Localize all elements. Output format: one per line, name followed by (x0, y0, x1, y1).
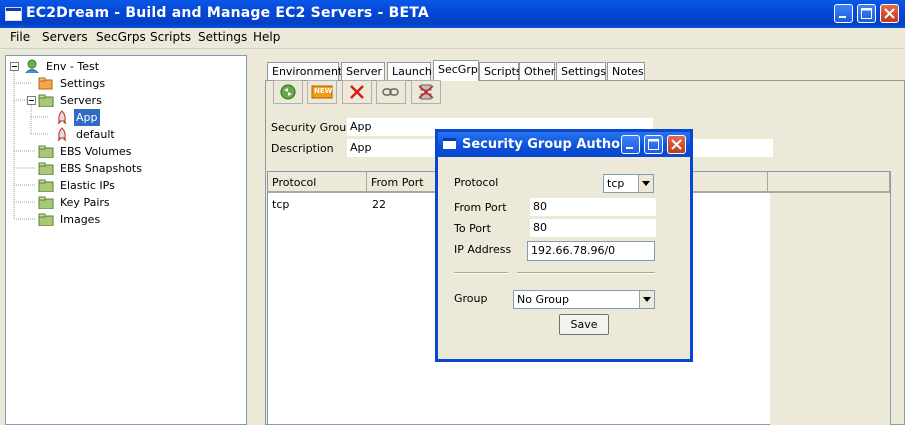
tab-environment[interactable]: Environment (267, 62, 342, 80)
from-port-label: From Port (454, 201, 507, 214)
minimize-button[interactable] (834, 4, 853, 23)
tree-label-env: Env - Test (46, 60, 100, 73)
close-icon (884, 8, 895, 19)
tab-secgrp[interactable]: SecGrp (433, 60, 479, 81)
delete-icon (350, 85, 364, 99)
minimize-icon (839, 16, 846, 18)
table-right-area (770, 193, 890, 425)
tab-settings[interactable]: Settings (556, 62, 606, 80)
tab-scripts[interactable]: Scripts (479, 62, 522, 80)
separator-right (517, 272, 655, 274)
new-button[interactable]: NEW (307, 80, 337, 104)
folder-icon (38, 196, 54, 209)
save-button[interactable]: Save (559, 314, 609, 335)
window-title-bar[interactable]: EC2Dream - Build and Manage EC2 Servers … (0, 0, 905, 28)
app-icon (5, 7, 22, 21)
link-button[interactable] (376, 80, 406, 104)
tab-server[interactable]: Server (341, 62, 385, 80)
tab-other[interactable]: Other (519, 62, 555, 80)
group-select[interactable]: No Group (513, 290, 655, 309)
group-select-value: No Group (517, 293, 569, 306)
tree-label-server-app: App (74, 109, 100, 126)
dialog-maximize-button[interactable] (644, 135, 663, 154)
collapse-servers-toggle[interactable] (27, 96, 36, 105)
disconnect-icon (418, 84, 434, 100)
menu-help[interactable]: Help (253, 30, 280, 44)
ip-address-label: IP Address (454, 243, 512, 256)
maximize-icon (861, 8, 872, 19)
menu-scripts[interactable]: Scripts (150, 30, 191, 44)
group-label: Group (454, 292, 488, 305)
tree-label-key-pairs: Key Pairs (60, 196, 110, 209)
user-icon (25, 59, 39, 73)
protocol-select-value: tcp (607, 177, 625, 190)
maximize-icon (648, 139, 659, 150)
to-port-label: To Port (454, 222, 491, 235)
refresh-icon (280, 84, 296, 100)
window-title: EC2Dream - Build and Manage EC2 Servers … (26, 5, 429, 21)
folder-icon (38, 145, 54, 158)
delete-button[interactable] (342, 80, 372, 104)
tree-label-images: Images (60, 213, 101, 226)
description-label: Description (271, 142, 334, 155)
link-icon (382, 88, 399, 96)
disconnect-button[interactable] (411, 80, 441, 104)
tree-label-settings: Settings (60, 77, 106, 90)
menu-file[interactable]: File (10, 30, 30, 44)
to-port-field[interactable]: 80 (530, 219, 656, 237)
menu-secgrps[interactable]: SecGrps (96, 30, 146, 44)
tree-label-server-default: default (76, 128, 115, 141)
close-button[interactable] (880, 4, 899, 23)
refresh-button[interactable] (273, 80, 303, 104)
new-badge: NEW (314, 87, 333, 95)
tree-label-servers: Servers (60, 94, 102, 107)
ip-address-field[interactable]: 192.66.78.96/0 (527, 241, 655, 261)
tree-label-elastic-ips: Elastic IPs (60, 179, 115, 192)
dialog-title-bar[interactable]: Security Group Author... (438, 132, 690, 157)
folder-icon (38, 94, 54, 107)
tree-label-ebs-volumes: EBS Volumes (60, 145, 132, 158)
folder-icon (38, 213, 54, 226)
chevron-down-icon[interactable] (639, 291, 654, 308)
from-port-field[interactable]: 80 (530, 198, 656, 216)
dialog-minimize-button[interactable] (621, 135, 640, 154)
cell-from-port[interactable]: 22 (372, 198, 386, 211)
folder-icon (38, 162, 54, 175)
tab-launch[interactable]: Launch (387, 62, 432, 80)
minimize-icon (626, 147, 633, 149)
menu-servers[interactable]: Servers (42, 30, 88, 44)
maximize-button[interactable] (857, 4, 876, 23)
security-group-label: Security Group (271, 121, 354, 134)
dialog-title: Security Group Author... (462, 137, 640, 152)
column-header-protocol[interactable]: Protocol (268, 172, 367, 193)
tab-notes[interactable]: Notes (607, 62, 645, 80)
dialog-close-button[interactable] (667, 135, 686, 154)
cell-protocol[interactable]: tcp (272, 198, 289, 211)
protocol-select[interactable]: tcp (603, 174, 654, 193)
settings-icon (38, 77, 53, 90)
folder-icon (38, 179, 54, 192)
close-icon (671, 139, 682, 150)
menu-bar: File Servers SecGrps Scripts Settings He… (0, 28, 905, 49)
column-header-empty[interactable] (768, 172, 890, 193)
menu-settings[interactable]: Settings (198, 30, 247, 44)
rocket-icon (57, 127, 67, 141)
collapse-root-toggle[interactable] (10, 62, 19, 71)
tree-label-ebs-snapshots: EBS Snapshots (60, 162, 142, 175)
separator-left (454, 272, 508, 274)
chevron-down-icon[interactable] (638, 175, 653, 192)
rocket-icon (57, 110, 67, 124)
dialog-app-icon (443, 138, 456, 149)
protocol-label: Protocol (454, 176, 499, 189)
